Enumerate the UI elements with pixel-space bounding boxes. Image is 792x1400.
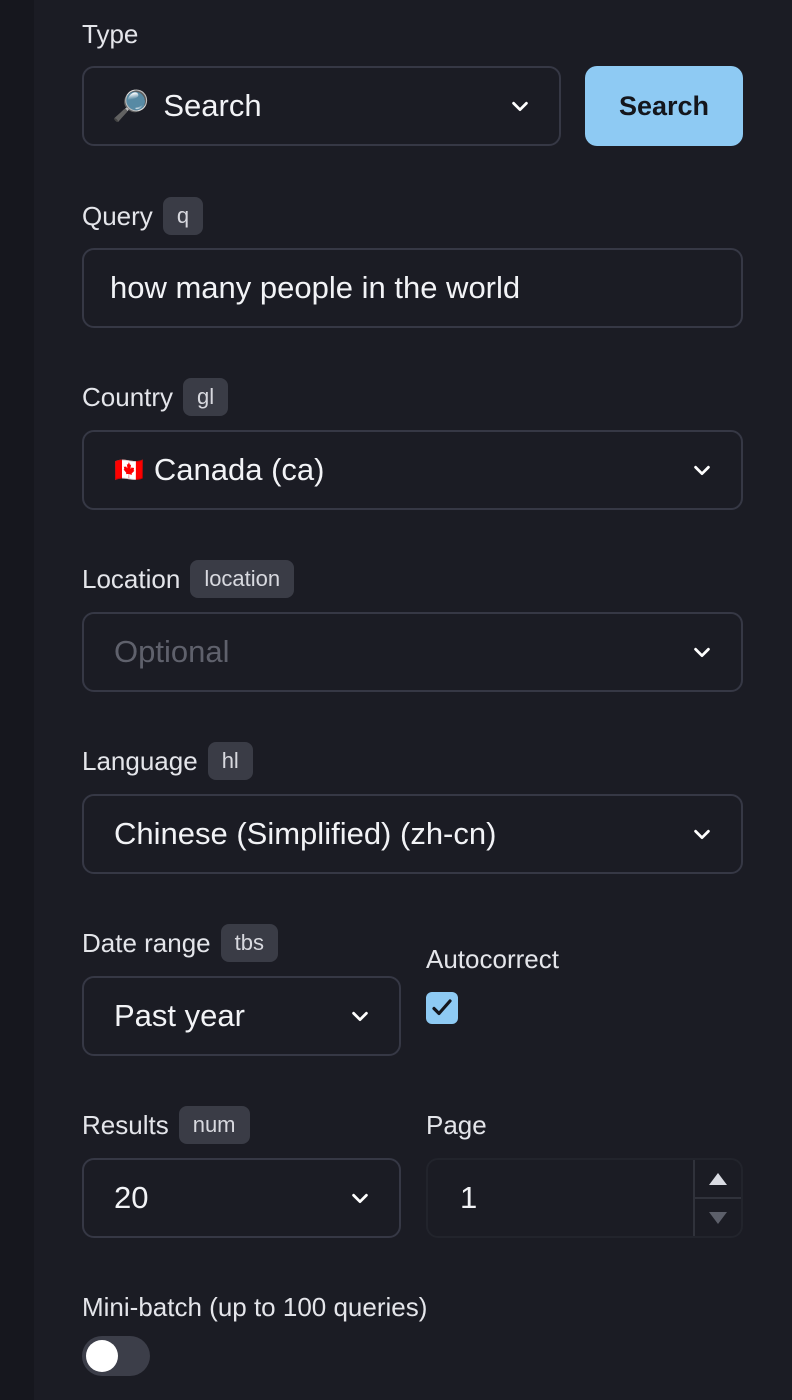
canada-flag-icon: 🇨🇦 xyxy=(114,456,144,484)
mini-batch-label: Mini-batch (up to 100 queries) xyxy=(82,1292,428,1322)
chevron-down-icon xyxy=(352,1011,368,1022)
results-param-badge: num xyxy=(178,1106,250,1144)
date-range-label: Date range tbs xyxy=(82,924,279,962)
page-increment-button[interactable] xyxy=(695,1160,741,1197)
language-label: Language hl xyxy=(82,742,253,780)
toggle-knob xyxy=(86,1340,118,1372)
language-param-badge: hl xyxy=(207,742,253,780)
autocorrect-label: Autocorrect xyxy=(426,944,559,974)
results-select[interactable]: 20 xyxy=(82,1158,401,1238)
page-label: Page xyxy=(426,1110,487,1140)
magnifier-icon: 🔎 xyxy=(112,89,150,123)
language-select[interactable]: Chinese (Simplified) (zh-cn) xyxy=(82,794,743,874)
checkmark-icon xyxy=(432,999,452,1016)
left-sidebar-edge xyxy=(0,0,34,1400)
mini-batch-toggle[interactable] xyxy=(82,1336,150,1376)
query-param-badge: q xyxy=(162,197,204,235)
triangle-up-icon xyxy=(709,1172,727,1185)
date-range-param-badge: tbs xyxy=(220,924,279,962)
type-label: Type xyxy=(82,19,139,49)
triangle-down-icon xyxy=(709,1211,727,1224)
type-select[interactable]: 🔎 Search xyxy=(82,66,561,146)
location-select[interactable]: Optional xyxy=(82,612,743,692)
results-label: Results num xyxy=(82,1106,250,1144)
query-input[interactable]: how many people in the world xyxy=(82,248,743,328)
date-range-select[interactable]: Past year xyxy=(82,976,401,1056)
chevron-down-icon xyxy=(512,101,528,112)
chevron-down-icon xyxy=(694,465,710,476)
chevron-down-icon xyxy=(352,1193,368,1204)
chevron-down-icon xyxy=(694,829,710,840)
location-param-badge: location xyxy=(190,560,295,598)
page-number-input[interactable]: 1 xyxy=(426,1158,743,1238)
query-label: Query q xyxy=(82,197,204,235)
chevron-down-icon xyxy=(694,647,710,658)
country-param-badge: gl xyxy=(183,378,229,416)
page-decrement-button[interactable] xyxy=(695,1197,741,1236)
autocorrect-checkbox[interactable] xyxy=(426,992,458,1024)
country-select[interactable]: 🇨🇦 Canada (ca) xyxy=(82,430,743,510)
page-stepper xyxy=(693,1160,741,1236)
search-button[interactable]: Search xyxy=(585,66,743,146)
country-label: Country gl xyxy=(82,378,229,416)
location-label: Location location xyxy=(82,560,295,598)
